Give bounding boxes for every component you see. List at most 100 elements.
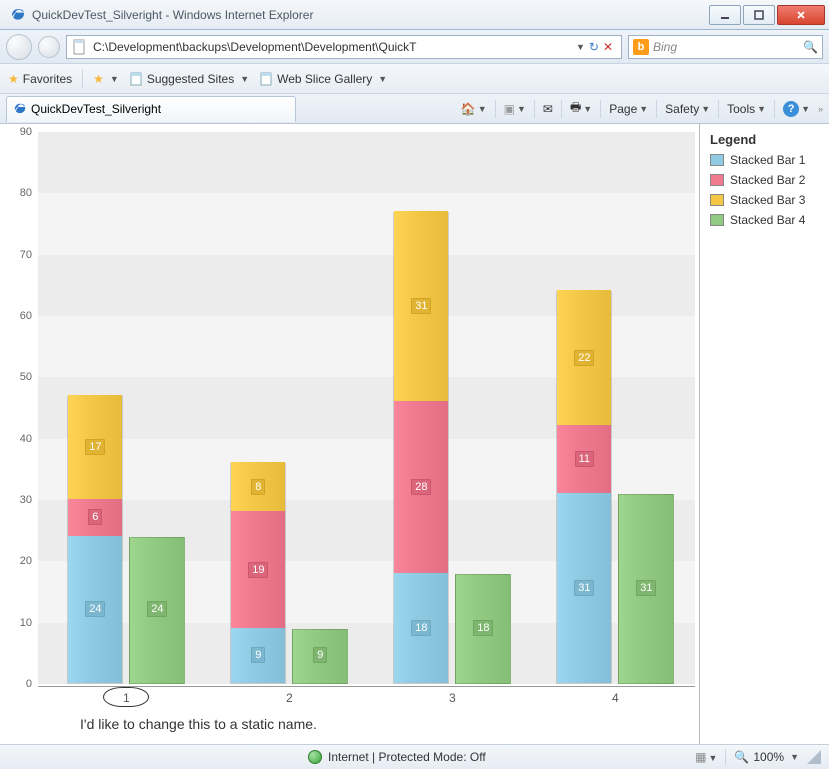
globe-icon [308,750,322,764]
print-button[interactable]: 🖶▼ [566,98,596,119]
suggested-sites-link[interactable]: Suggested Sites▼ [129,72,249,86]
search-icon[interactable]: 🔍 [803,40,818,54]
bar-value-label: 17 [85,439,105,455]
bar-segment: 22 [557,290,611,425]
bar-segment: 9 [231,628,285,683]
safety-menu[interactable]: Safety▼ [661,102,714,116]
page-menu[interactable]: Page▼ [605,102,652,116]
zoom-control[interactable]: 🔍100%▼ [734,750,799,764]
web-slice-link[interactable]: Web Slice Gallery▼ [259,72,387,86]
legend-item: Stacked Bar 4 [710,213,819,227]
bar-value-label: 9 [313,647,327,663]
bar-value-label: 18 [411,620,431,636]
home-icon: 🏠 [461,102,476,116]
legend-swatch [710,154,724,166]
y-tick-label: 40 [20,433,32,445]
forward-button[interactable] [38,36,60,58]
side-bar: 24 [129,537,185,684]
y-tick-label: 0 [26,678,32,690]
x-tick-label: 4 [612,691,619,705]
y-tick-label: 60 [20,310,32,322]
bar-value-label: 31 [411,298,431,314]
y-tick-label: 10 [20,617,32,629]
y-tick-label: 20 [20,555,32,567]
legend-swatch [710,174,724,186]
legend-swatch [710,214,724,226]
minimize-button[interactable] [709,5,741,25]
stacked-bar: 18 28 31 [393,212,449,684]
tab-row: QuickDevTest_Silveright 🏠▼ ▣▼ ✉ 🖶▼ Page▼… [0,94,829,124]
back-button[interactable] [6,34,32,60]
bar-segment: 31 [557,493,611,683]
chart: 0102030405060708090 24617249198918283118… [0,124,699,744]
favorites-button[interactable]: ★Favorites [8,72,72,86]
stacked-bar: 31 11 22 [556,291,612,684]
tab-label: QuickDevTest_Silveright [31,102,161,116]
bar-segment: 11 [557,425,611,492]
legend-item: Stacked Bar 3 [710,193,819,207]
legend-title: Legend [710,132,819,147]
y-tick-label: 70 [20,249,32,261]
tab-active[interactable]: QuickDevTest_Silveright [6,96,296,122]
address-input[interactable] [91,39,572,55]
legend-label: Stacked Bar 1 [730,153,805,167]
grid-band [38,132,695,193]
compat-icon: ▦ [695,750,706,764]
legend-item: Stacked Bar 1 [710,153,819,167]
bar-segment: 6 [68,499,122,536]
bar-value-label: 9 [251,647,265,663]
star-add-icon: ★ [93,72,104,86]
address-bar[interactable]: ▼ ↻ ✕ [66,35,622,59]
compat-button[interactable]: ▦▼ [695,750,717,764]
help-icon: ? [783,101,799,117]
y-tick-label: 80 [20,187,32,199]
titlebar: QuickDevTest_Silveright - Windows Intern… [0,0,829,30]
favorites-bar: ★Favorites ★▼ Suggested Sites▼ Web Slice… [0,64,829,94]
add-favorite-button[interactable]: ★▼ [93,72,119,86]
bar-value-label: 31 [636,580,656,596]
help-button[interactable]: ?▼ [779,101,814,117]
star-icon: ★ [8,72,19,86]
rss-icon: ▣ [504,102,515,116]
stop-icon[interactable]: ✕ [603,40,613,54]
maximize-button[interactable] [743,5,775,25]
bar-value-label: 24 [147,601,167,617]
annotation-circle [103,687,149,707]
address-dropdown-icon[interactable]: ▼ [576,42,585,52]
refresh-icon[interactable]: ↻ [589,40,599,54]
bar-segment: 19 [231,511,285,628]
ie-icon [10,7,26,23]
home-button[interactable]: 🏠▼ [457,102,491,116]
grid-band [38,193,695,254]
search-box[interactable]: b Bing 🔍 [628,35,823,59]
bar-value-label: 22 [574,350,594,366]
content-area: 0102030405060708090 24617249198918283118… [0,124,829,744]
side-bar: 9 [292,629,348,684]
side-bar: 18 [455,574,511,684]
ie-icon [13,102,27,116]
legend-swatch [710,194,724,206]
legend-label: Stacked Bar 4 [730,213,805,227]
legend: Legend Stacked Bar 1 Stacked Bar 2 Stacked… [699,124,829,744]
stacked-bar: 9198 [230,463,286,684]
bar-value-label: 31 [574,580,594,596]
bar-value-label: 18 [473,620,493,636]
legend-item: Stacked Bar 2 [710,173,819,187]
bar-value-label: 28 [411,479,431,495]
bar-segment: 24 [68,536,122,683]
bar-value-label: 24 [85,601,105,617]
y-tick-label: 90 [20,126,32,138]
resize-grip[interactable] [807,750,821,764]
annotation-text: I'd like to change this to a static name… [80,716,317,732]
mail-button[interactable]: ✉ [539,102,557,116]
legend-label: Stacked Bar 3 [730,193,805,207]
mail-icon: ✉ [543,102,553,116]
bar-segment: 17 [68,395,122,499]
tools-menu[interactable]: Tools▼ [723,102,770,116]
close-button[interactable] [777,5,825,25]
feeds-button[interactable]: ▣▼ [500,102,530,116]
legend-label: Stacked Bar 2 [730,173,805,187]
x-tick-label: 3 [449,691,456,705]
nav-row: ▼ ↻ ✕ b Bing 🔍 [0,30,829,64]
stacked-bar: 24 6 17 [67,396,123,684]
